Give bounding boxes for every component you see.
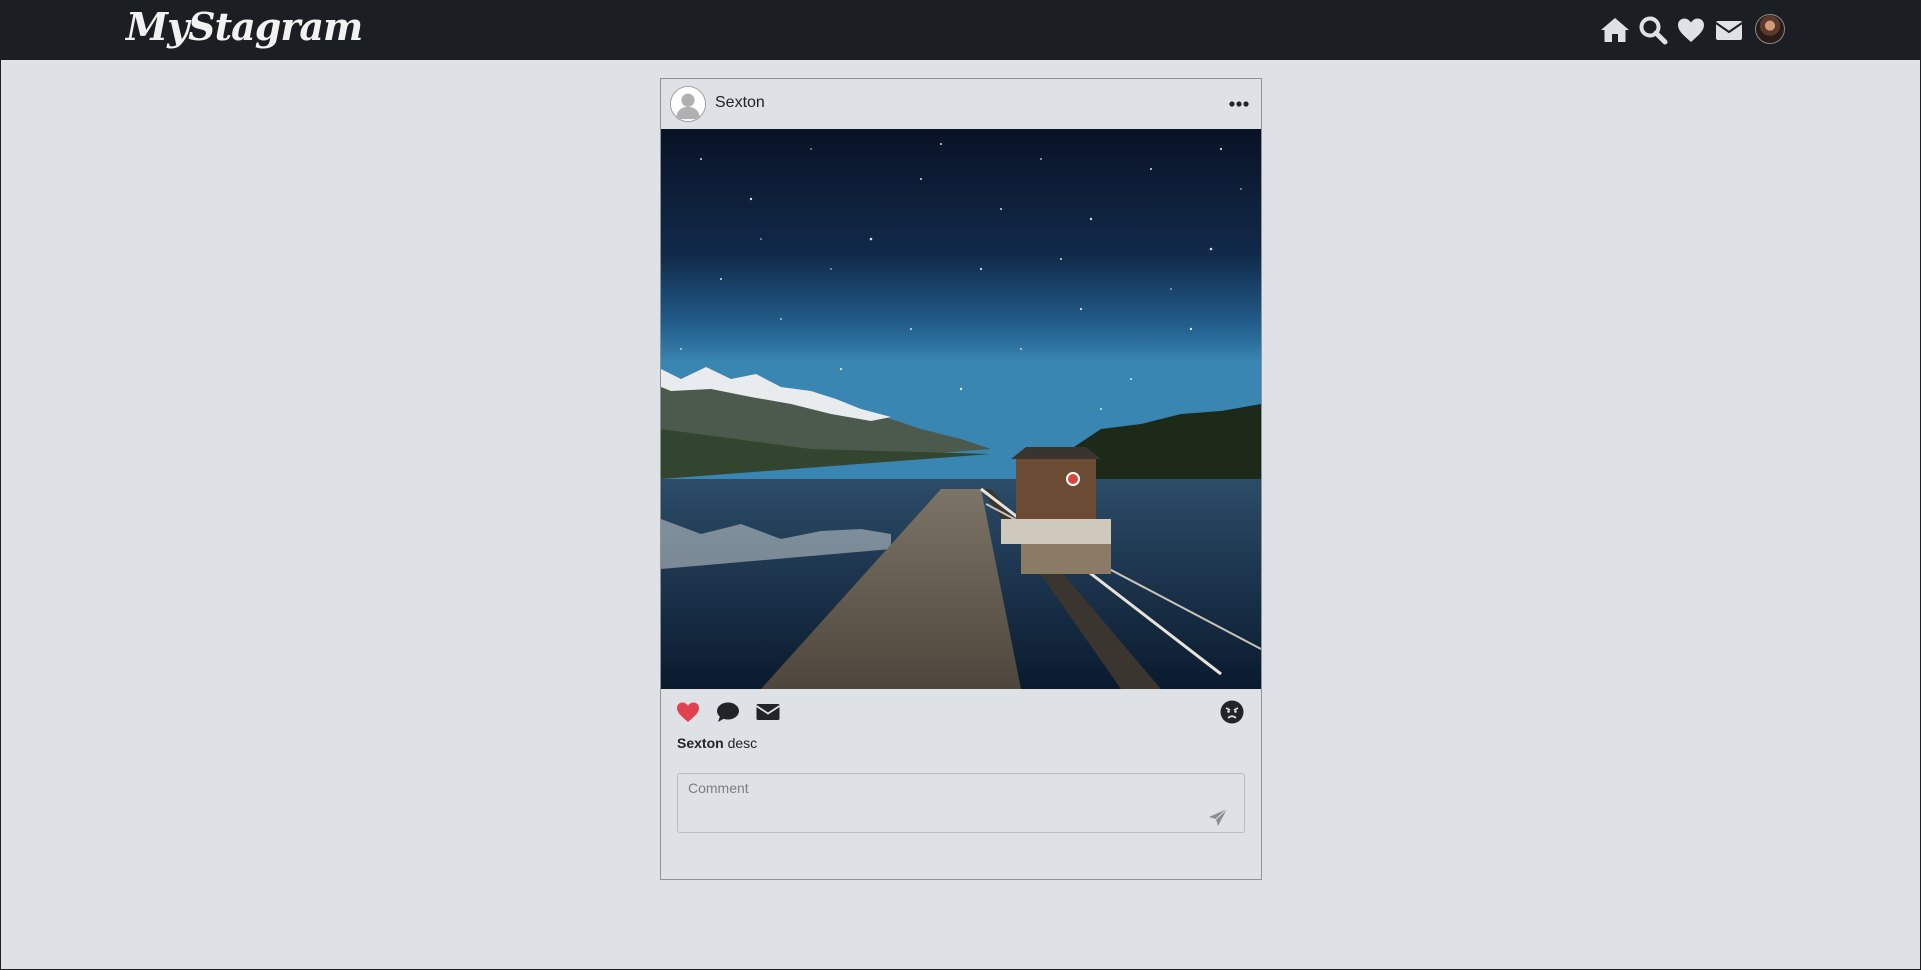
top-navbar: MyStagram: [1, 0, 1921, 60]
caption-username[interactable]: Sexton: [677, 735, 724, 751]
post-caption: Sexton desc: [677, 735, 757, 751]
angry-face-icon[interactable]: [1219, 699, 1245, 725]
post-card: Sexton Sexton desc Comment: [660, 78, 1262, 880]
envelope-icon[interactable]: [1713, 14, 1745, 46]
profile-avatar[interactable]: [1755, 14, 1785, 44]
app-logo[interactable]: MyStagram: [126, 2, 363, 52]
author-name[interactable]: Sexton: [715, 94, 765, 112]
ellipsis-icon[interactable]: [1228, 97, 1250, 111]
search-icon[interactable]: [1637, 14, 1669, 46]
heart-icon[interactable]: [1675, 14, 1707, 46]
post-image[interactable]: [661, 129, 1261, 689]
post-header: Sexton: [661, 79, 1261, 129]
comment-input[interactable]: [678, 774, 1198, 832]
comment-box: [677, 773, 1245, 833]
envelope-icon[interactable]: [755, 699, 781, 725]
speech-bubble-icon[interactable]: [715, 699, 741, 725]
home-icon[interactable]: [1599, 14, 1631, 46]
caption-text: desc: [727, 735, 758, 751]
heart-icon[interactable]: [675, 699, 701, 725]
author-avatar[interactable]: [670, 86, 706, 122]
paper-plane-icon[interactable]: [1208, 808, 1228, 828]
